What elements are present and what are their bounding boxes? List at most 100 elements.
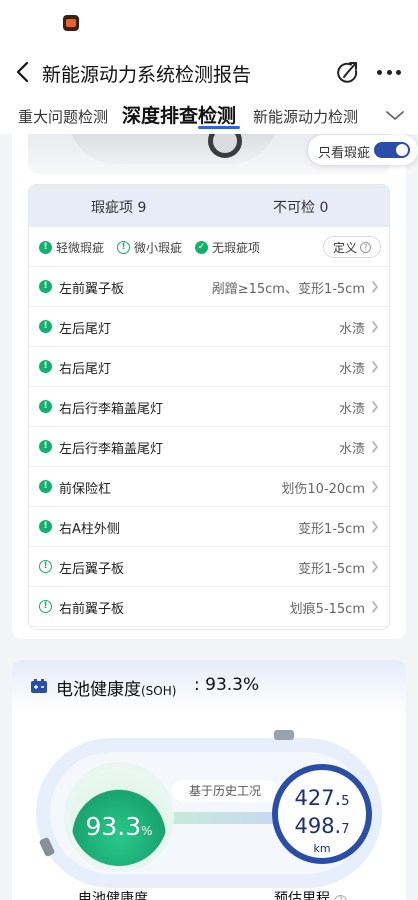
defect-name: 左后行李箱盖尾灯 <box>59 442 164 457</box>
battery-title: 电池健康度(SOH) <box>56 675 176 700</box>
defect-description: 变形1-5cm <box>297 562 365 577</box>
car-icon <box>274 730 294 740</box>
defect-row[interactable]: ! 前保险杠 划伤10-20cm <box>29 467 389 507</box>
defect-description: 水渍 <box>338 442 365 457</box>
defect-description: 水渍 <box>338 362 365 377</box>
dot <box>377 69 382 75</box>
defect-name: 右A柱外侧 <box>59 522 120 537</box>
range-label-text: 预估里程 <box>274 891 330 900</box>
defect-name: 前保险杠 <box>59 482 112 497</box>
defect-description: 划痕5-15cm <box>289 602 365 617</box>
health-label: 电池健康度 <box>68 888 158 900</box>
soh-gauge-value: 93.3% <box>70 812 168 841</box>
car-body <box>68 134 278 164</box>
basis-label: 基于历史工况 <box>172 780 278 802</box>
battery-icon <box>31 679 47 693</box>
definition-button[interactable]: 定义 ? <box>323 236 381 258</box>
chevron-right-icon <box>372 401 378 413</box>
minor-defect-icon: ! <box>39 280 52 293</box>
chevron-right-icon <box>372 561 378 573</box>
defects-label: 瑕疵项 <box>91 200 133 216</box>
chevron-down-icon <box>386 111 404 120</box>
check-icon: ✓ <box>195 241 208 254</box>
gauge-connector <box>170 812 280 824</box>
range-top-dec: 5 <box>341 794 350 809</box>
inspection-card: 只看瑕疵 瑕疵项 9 不可检 0 ! 轻微瑕疵 ! 微小瑕疵 ✓ 无瑕疵项 定义… <box>12 134 418 639</box>
battery-card: 电池健康度(SOH) : 93.3% 基于历史工况 93.3% 427.5 49… <box>12 660 406 900</box>
minor-defect-icon: ! <box>39 520 52 533</box>
defect-name: 左后翼子板 <box>59 562 125 577</box>
battery-gauge: 基于历史工况 93.3% 427.5 498.7 km 电池健康度 预估里程? <box>36 730 382 900</box>
chevron-right-icon <box>372 281 378 293</box>
share-icon <box>337 62 358 83</box>
chevron-right-icon <box>372 601 378 613</box>
defect-row[interactable]: ! 右后尾灯 水渍 <box>29 347 389 387</box>
tab-deep-inspection[interactable]: 深度排查检测 <box>122 101 236 128</box>
battery-title-suffix: (SOH) <box>141 684 177 698</box>
defect-row[interactable]: ! 右A柱外侧 变形1-5cm <box>29 507 389 547</box>
tab-major-issues[interactable]: 重大问题检测 <box>18 106 108 127</box>
page-title: 新能源动力系统检测报告 <box>42 64 252 86</box>
tab-active-indicator <box>198 126 240 129</box>
minor-defect-icon: ! <box>39 400 52 413</box>
defect-filter-toggle[interactable]: 只看瑕疵 <box>308 135 418 165</box>
chevron-right-icon <box>372 321 378 333</box>
chevron-right-icon <box>372 521 378 533</box>
minor-defect-icon: ! <box>39 320 52 333</box>
share-button[interactable] <box>335 60 361 86</box>
minor-defect-icon: ! <box>39 480 52 493</box>
legend-tiny: ! 微小瑕疵 <box>117 239 182 256</box>
range-label[interactable]: 预估里程? <box>264 888 357 900</box>
range-unit: km <box>313 842 331 855</box>
range-dial: 427.5 498.7 km <box>272 764 372 864</box>
defect-table: 瑕疵项 9 不可检 0 ! 轻微瑕疵 ! 微小瑕疵 ✓ 无瑕疵项 定义 ? ! … <box>28 184 390 630</box>
minor-defect-icon: ! <box>39 241 52 254</box>
defect-row[interactable]: ! 左后行李箱盖尾灯 水渍 <box>29 427 389 467</box>
minor-defect-icon: ! <box>39 440 52 453</box>
soh-gauge-number: 93.3 <box>85 812 142 841</box>
back-arrow-icon <box>16 61 29 83</box>
legend-minor-label: 轻微瑕疵 <box>56 241 105 255</box>
content-scroll[interactable]: 只看瑕疵 瑕疵项 9 不可检 0 ! 轻微瑕疵 ! 微小瑕疵 ✓ 无瑕疵项 定义… <box>0 134 418 900</box>
defect-row[interactable]: ! 右前翼子板 划痕5-15cm <box>29 587 389 627</box>
tiny-defect-icon: ! <box>39 600 52 613</box>
back-button[interactable] <box>12 60 36 84</box>
legend-tiny-label: 微小瑕疵 <box>134 241 183 255</box>
battery-value: : 93.3% <box>194 675 260 695</box>
defect-description: 水渍 <box>338 402 365 417</box>
status-bar <box>0 0 418 48</box>
tiny-defect-icon: ! <box>117 241 130 254</box>
legend-none-label: 无瑕疵项 <box>212 241 261 255</box>
defects-summary[interactable]: 瑕疵项 9 <box>91 197 146 217</box>
range-top-int: 427. <box>294 786 342 810</box>
question-icon: ? <box>334 895 347 900</box>
battery-card-header: 电池健康度(SOH) : 93.3% <box>12 660 406 712</box>
range-top: 427.5 <box>278 786 366 810</box>
dot <box>396 69 401 75</box>
soh-gauge-unit: % <box>141 824 153 838</box>
chevron-right-icon <box>372 481 378 493</box>
range-bot-dec: 7 <box>341 822 350 837</box>
tab-bar: 重大问题检测 深度排查检测 新能源动力检测 <box>0 98 418 134</box>
uncheckable-summary[interactable]: 不可检 0 <box>273 197 328 217</box>
filter-label: 只看瑕疵 <box>318 146 371 161</box>
uncheckable-label: 不可检 <box>273 200 315 216</box>
defect-name: 右后尾灯 <box>59 362 112 377</box>
legend-none: ✓ 无瑕疵项 <box>195 239 260 256</box>
soh-gauge: 93.3% <box>64 762 174 872</box>
defect-row[interactable]: ! 左后尾灯 水渍 <box>29 307 389 347</box>
defect-row[interactable]: ! 左后翼子板 变形1-5cm <box>29 547 389 587</box>
defect-row[interactable]: ! 左前翼子板 剐蹭≥15cm、变形1-5cm <box>29 267 389 307</box>
tabs-expand-button[interactable] <box>384 106 406 124</box>
defect-name: 左后尾灯 <box>59 322 112 337</box>
toggle-switch[interactable] <box>374 142 410 158</box>
defect-row[interactable]: ! 右后行李箱盖尾灯 水渍 <box>29 387 389 427</box>
tab-ev-power[interactable]: 新能源动力检测 <box>253 106 358 127</box>
question-icon: ? <box>360 241 371 253</box>
defect-description: 水渍 <box>338 322 365 337</box>
chevron-right-icon <box>372 441 378 453</box>
minor-defect-icon: ! <box>39 360 52 373</box>
more-button[interactable] <box>377 62 401 82</box>
tiny-defect-icon: ! <box>39 560 52 573</box>
defect-description: 变形1-5cm <box>297 522 365 537</box>
